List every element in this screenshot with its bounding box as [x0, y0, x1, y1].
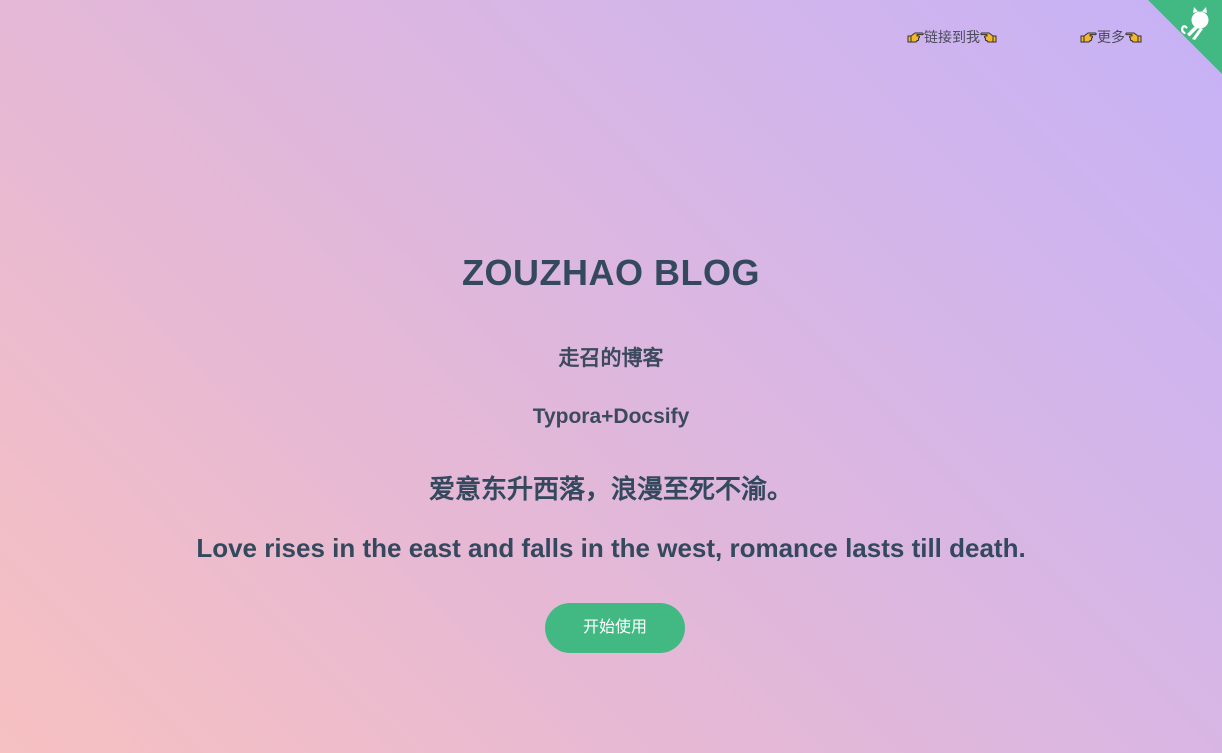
quote-chinese: 爱意东升西落，浪漫至死不渝。 — [428, 474, 793, 504]
cover-section: ZOUZHAO BLOG 走召的博客 Typora+Docsify 爱意东升西落… — [0, 0, 1222, 753]
site-subtitle: 走召的博客 — [558, 347, 664, 370]
get-started-button[interactable]: 开始使用 — [545, 603, 685, 653]
site-title: ZOUZHAO BLOG — [462, 252, 760, 293]
site-tagline: Typora+Docsify — [532, 405, 690, 428]
quote-english: Love rises in the east and falls in the … — [196, 533, 1026, 563]
